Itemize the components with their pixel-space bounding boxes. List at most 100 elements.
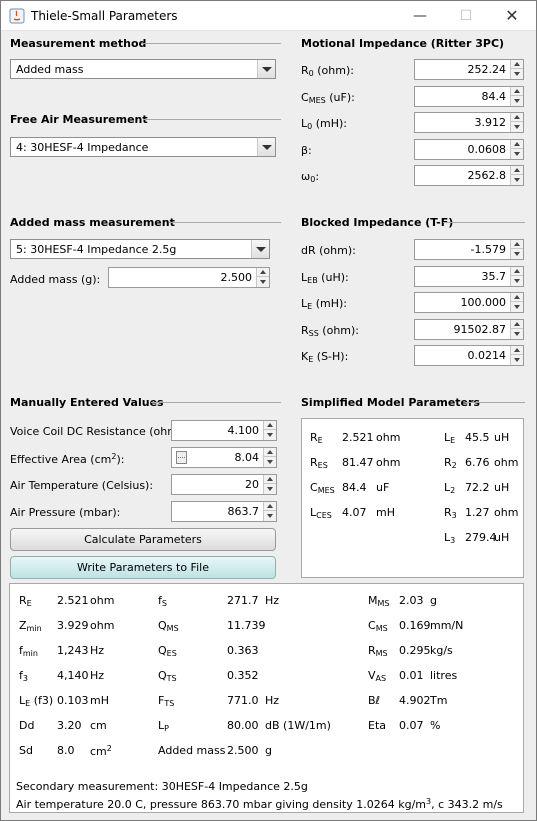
spin-up-icon[interactable] [264,475,276,484]
calculate-parameters-button[interactable]: Calculate Parameters [10,528,276,551]
free-air-select[interactable]: 4: 30HESF-4 Impedance [10,137,276,157]
motional-spinner-value: 3.912 [474,116,507,129]
spin-up-icon[interactable] [511,87,523,96]
secondary-measurement-text: Secondary measurement: 30HESF-4 Impedanc… [16,780,308,793]
spin-down-icon[interactable] [511,302,523,311]
spin-up-icon[interactable] [511,60,523,69]
maximize-button[interactable]: ☐ [443,1,489,31]
free-air-heading: Free Air Measurement [10,113,148,126]
spin-down-icon[interactable] [264,430,276,439]
manual-spinner[interactable]: 20 [171,474,277,495]
motional-label: L0 (mH): [301,117,347,131]
blocked-spinner[interactable]: -1.579 [414,239,524,260]
blocked-label: KE (S-H): [301,350,348,364]
spin-up-icon[interactable] [511,140,523,149]
motional-impedance-heading: Motional Impedance (Ritter 3PC) [301,37,505,50]
write-parameters-button[interactable]: Write Parameters to File [10,556,276,579]
symbol-subscript: 2 [451,461,457,470]
added-mass-select[interactable]: 5: 30HESF-4 Impedance 2.5g [10,239,270,259]
calculator-icon[interactable] [176,451,187,464]
section-divider [169,222,281,223]
spin-down-icon[interactable] [511,149,523,158]
spin-up-icon[interactable] [511,293,523,302]
spin-down-icon[interactable] [264,484,276,493]
result-value: 0.352 [227,669,259,682]
manual-spinner[interactable]: 4.100 [171,420,277,441]
symbol-subscript: min [22,649,38,658]
blocked-label: dR (ohm): [301,244,356,257]
spin-up-icon[interactable] [511,346,523,355]
result-symbol: CMS [368,619,388,633]
spin-down-icon[interactable] [511,355,523,364]
close-button[interactable]: ✕ [489,1,535,31]
motional-spinner[interactable]: 0.0608 [414,138,524,160]
spin-down-icon[interactable] [511,69,523,78]
unit-text: g [265,744,272,757]
spin-up-icon[interactable] [264,502,276,511]
result-unit: cm [90,719,107,732]
added-mass-select-value: 5: 30HESF-4 Impedance 2.5g [16,243,177,256]
blocked-spinner[interactable]: 0.0214 [414,345,524,366]
blocked-spinner[interactable]: 35.7 [414,265,524,287]
motional-spinner[interactable]: 3.912 [414,112,524,133]
added-mass-spinner[interactable]: 2.500 [108,267,270,288]
free-air-value: 4: 30HESF-4 Impedance [16,141,149,154]
spin-buttons [263,475,276,494]
minimize-button[interactable]: — [397,1,443,31]
blocked-spinner[interactable]: 100.000 [414,292,524,313]
spin-down-icon[interactable] [511,276,523,285]
chevron-down-icon[interactable] [251,240,269,258]
motional-spinner[interactable]: 2562.8 [414,165,524,186]
param-unit: ohm [376,431,401,444]
spin-buttons [510,240,523,259]
measurement-method-select[interactable]: Added mass [10,59,276,79]
spin-up-icon[interactable] [511,166,523,175]
spin-up-icon[interactable] [264,448,276,457]
blocked-spinner-value: 100.000 [460,296,507,309]
param-symbol: CMES [310,481,335,495]
manual-spinner[interactable]: 863.7 [171,501,277,522]
result-symbol: Zmin [19,619,42,633]
symbol: Q [158,669,167,682]
spin-up-icon[interactable] [511,113,523,122]
added-mass-heading: Added mass measurement [10,216,175,229]
section-divider [151,402,281,403]
spin-up-icon[interactable] [257,268,269,277]
spin-down-icon[interactable] [264,457,276,466]
spin-up-icon[interactable] [511,320,523,329]
unit-text: % [430,719,441,732]
motional-spinner[interactable]: 84.4 [414,85,524,107]
param-value: 6.76 [465,456,490,469]
symbol-subscript: ES [317,461,328,470]
chevron-down-icon[interactable] [257,60,275,78]
param-unit: ohm [376,456,401,469]
section-divider [443,222,525,223]
spin-down-icon[interactable] [257,277,269,286]
result-symbol: fmin [19,644,38,658]
blocked-label: LE (mH): [301,297,347,311]
spin-down-icon[interactable] [511,175,523,184]
manual-label: Air Temperature (Celsius): [10,479,153,492]
unit-text: kg/s [430,644,453,657]
symbol: C [368,619,376,632]
spin-up-icon[interactable] [511,267,523,276]
spin-up-icon[interactable] [264,421,276,430]
chevron-down-icon[interactable] [257,138,275,156]
motional-spinner[interactable]: 252.24 [414,59,524,80]
symbol-unit: (mH): [312,117,348,130]
spin-down-icon[interactable] [264,511,276,520]
symbol-subscript: P [164,724,169,733]
spin-down-icon[interactable] [511,329,523,338]
symbol: Q [158,644,167,657]
manual-spinner[interactable]: 8.04 [171,447,277,468]
spin-up-icon[interactable] [511,240,523,249]
param-value: 45.5 [465,431,490,444]
result-symbol: MMS [368,594,389,608]
thiele-small-window: Thiele-Small Parameters — ☐ ✕ Measuremen… [0,0,537,821]
spin-down-icon[interactable] [511,249,523,258]
symbol-subscript: E [317,436,323,445]
blocked-spinner-value: 35.7 [481,269,507,283]
spin-down-icon[interactable] [511,122,523,131]
blocked-spinner[interactable]: 91502.87 [414,318,524,340]
spin-down-icon[interactable] [511,96,523,105]
